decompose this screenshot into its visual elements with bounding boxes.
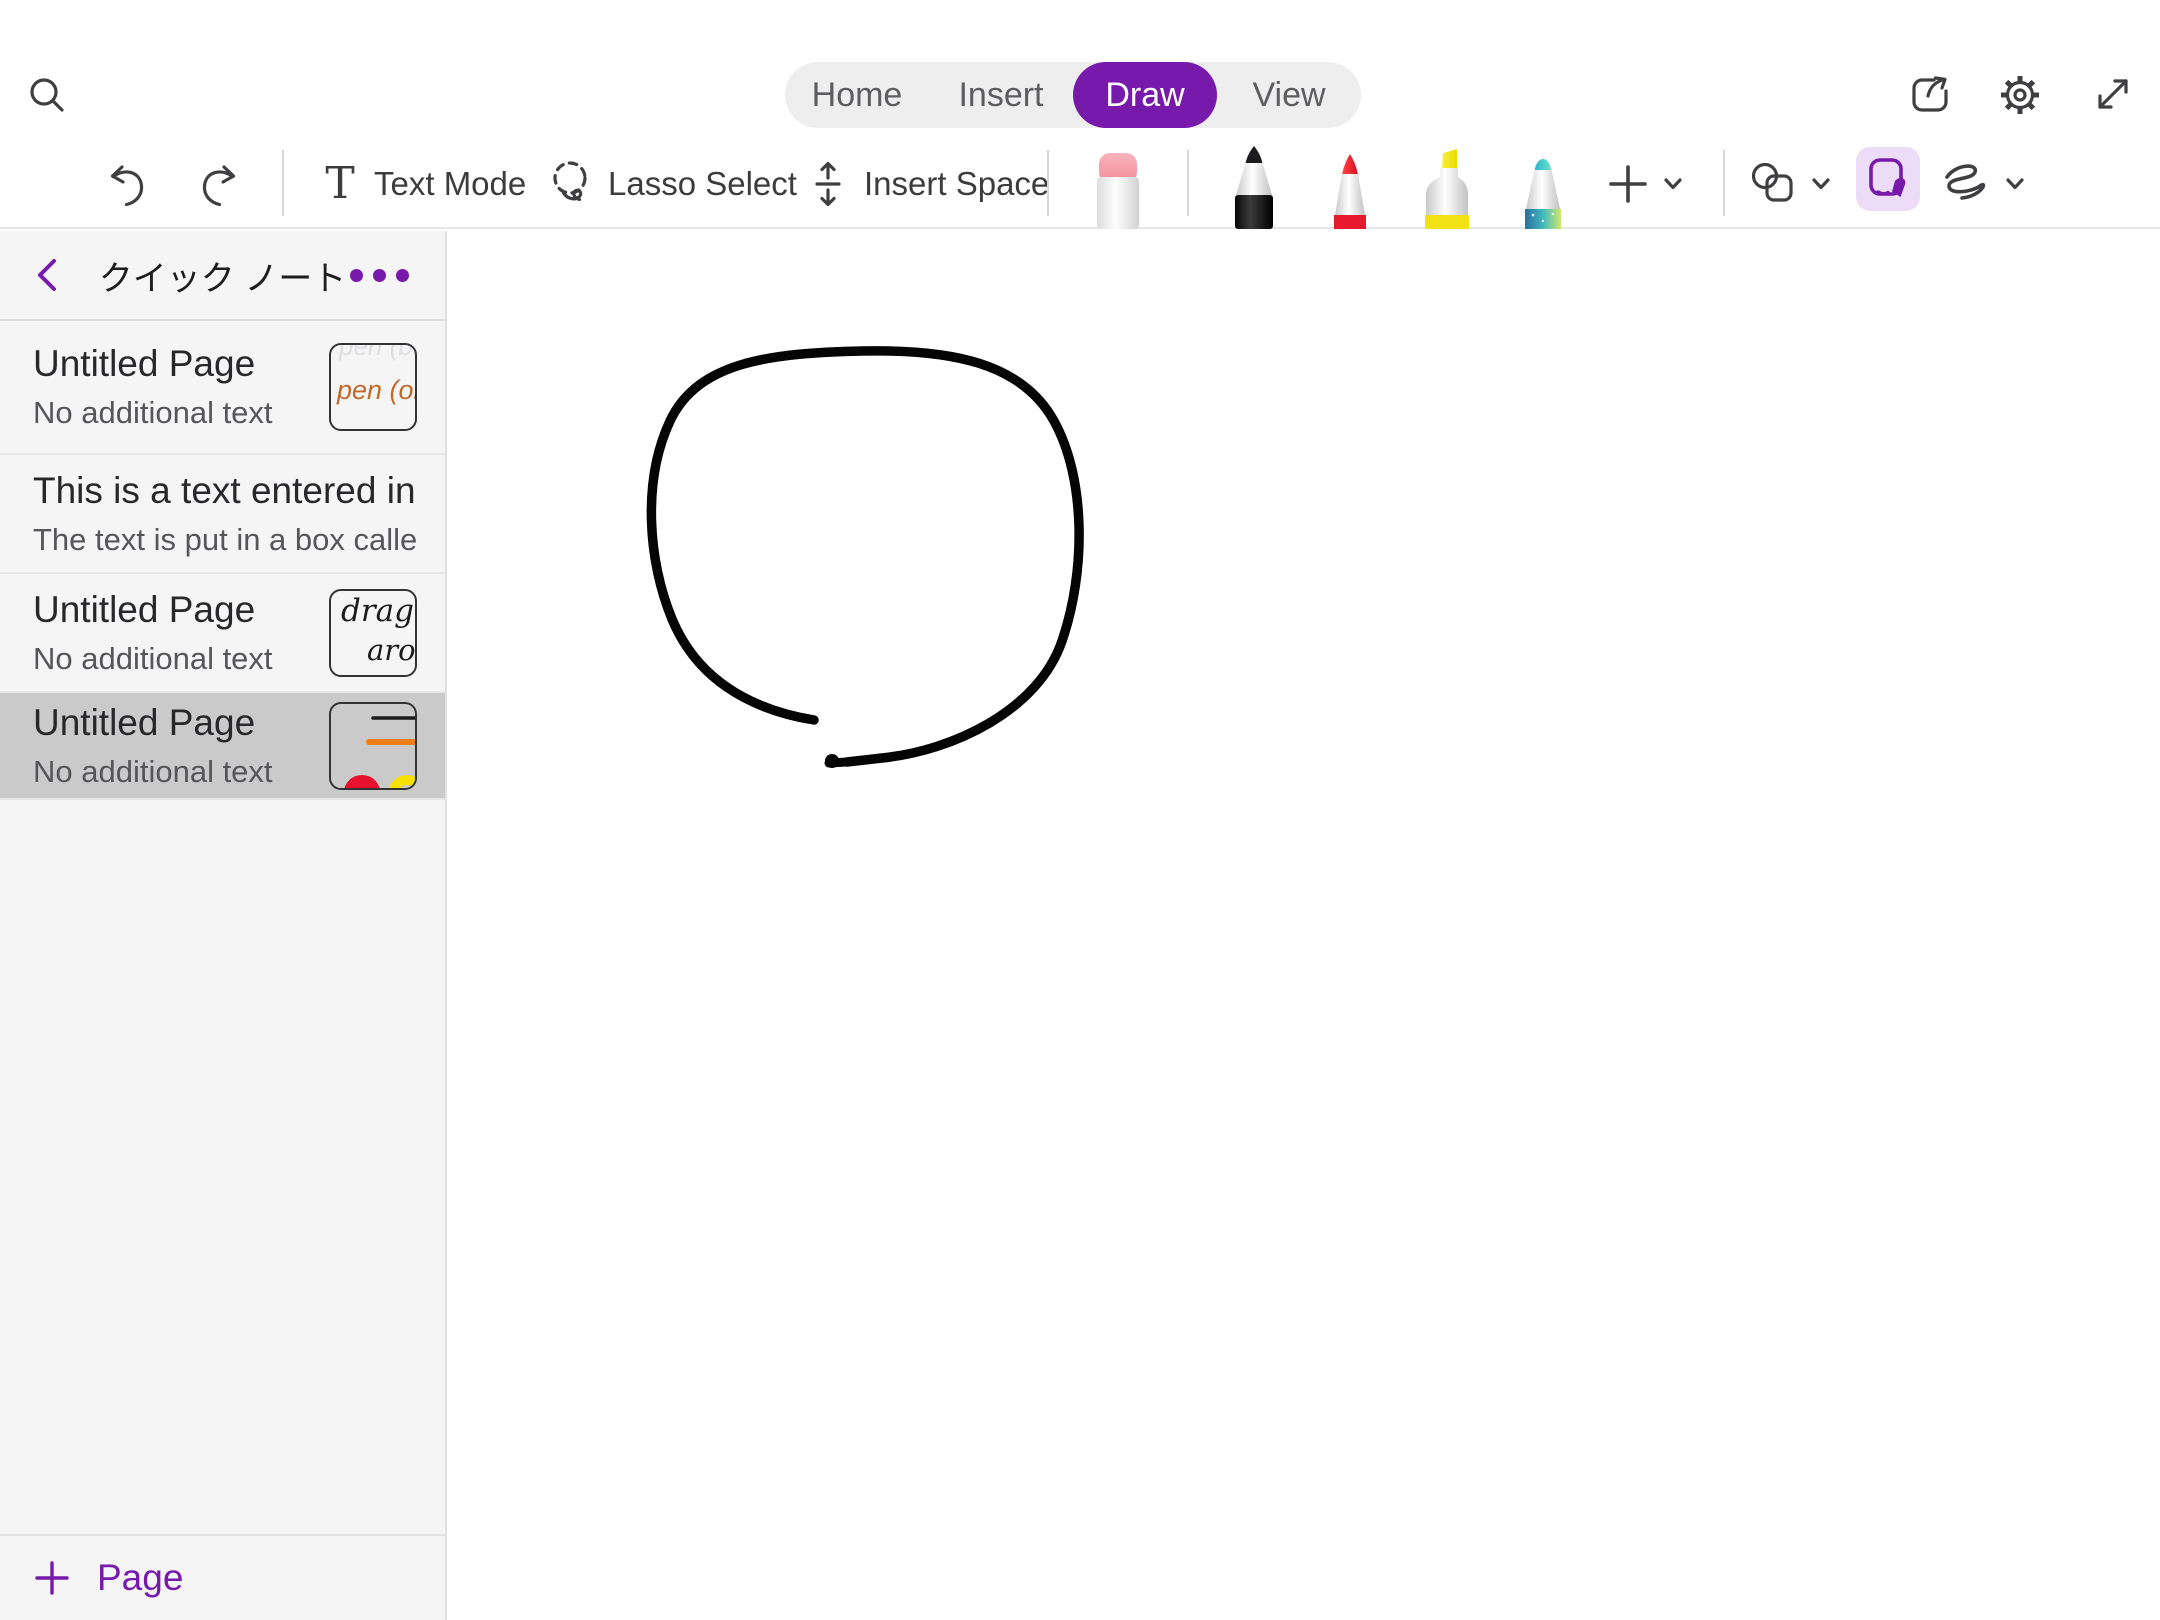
- page-title: Untitled Page: [33, 701, 256, 743]
- add-page-button[interactable]: Page: [0, 1534, 445, 1620]
- header: Home Insert Draw View T Text Mode Lasso …: [0, 0, 2160, 229]
- pen-red-tool[interactable]: [1320, 151, 1380, 229]
- page-list-item-3[interactable]: Untitled Page No additional text drag ar…: [0, 574, 445, 693]
- add-page-label: Page: [97, 1557, 184, 1598]
- shapes-button[interactable]: [1748, 140, 1834, 228]
- undo-button[interactable]: [102, 140, 152, 228]
- add-pen-button[interactable]: [1604, 140, 1686, 228]
- page-list-item-2[interactable]: This is a text entered in... The text is…: [0, 455, 445, 574]
- lasso-label: Lasso Select: [608, 165, 797, 202]
- scribble-button[interactable]: [1938, 140, 2028, 228]
- sidebar-header: クイック ノート: [0, 231, 445, 321]
- page-title: Untitled Page: [33, 588, 256, 630]
- page-list-item-1[interactable]: Untitled Page No additional text pen (bl…: [0, 321, 445, 455]
- share-icon[interactable]: [1906, 71, 1954, 119]
- toolbar-divider: [1047, 150, 1049, 216]
- chevron-down-icon: [1812, 178, 1830, 190]
- thumbnail-text: pen (ora: [337, 375, 415, 405]
- drawing-canvas[interactable]: [449, 231, 2160, 1620]
- page-subtitle: No additional text: [33, 395, 273, 430]
- page-title: This is a text entered in...: [33, 469, 417, 511]
- insert-space-button[interactable]: Insert Space: [806, 140, 1049, 228]
- page-subtitle: No additional text: [33, 640, 273, 676]
- thumbnail-text: drag: [341, 592, 414, 629]
- thumbnail-text: pen (bl: [339, 343, 417, 361]
- page-thumbnail: [329, 701, 417, 790]
- text-mode-label: Text Mode: [374, 165, 527, 202]
- fullscreen-expand-icon[interactable]: [2090, 71, 2136, 117]
- page-subtitle: No additional text: [33, 753, 273, 789]
- lasso-icon: [553, 161, 587, 202]
- pen-teal-tool[interactable]: [1513, 153, 1573, 229]
- ink-stroke-circle: [646, 346, 1084, 768]
- scribble-icon: [1945, 164, 1986, 200]
- redo-button[interactable]: [194, 140, 244, 228]
- thumbnail-text: arou: [367, 632, 416, 667]
- plus-icon: [35, 1561, 69, 1595]
- text-mode-icon: T: [325, 158, 354, 209]
- shapes-icon: [1751, 162, 1793, 202]
- settings-gear-icon[interactable]: [1996, 71, 2044, 119]
- search-icon[interactable]: [25, 73, 69, 117]
- insert-space-label: Insert Space: [864, 165, 1050, 202]
- lasso-select-button[interactable]: Lasso Select: [546, 140, 797, 228]
- tab-view[interactable]: View: [1217, 62, 1361, 128]
- page-thumbnail: pen (bl pen (ora: [329, 343, 417, 431]
- chevron-down-icon: [1664, 178, 1682, 190]
- ink-note-tool-active[interactable]: [1856, 147, 1920, 211]
- eraser-tool[interactable]: [1090, 151, 1146, 229]
- highlighter-yellow-tool[interactable]: [1415, 147, 1479, 229]
- page-title: Untitled Page: [33, 343, 256, 384]
- plus-icon: [1609, 165, 1647, 203]
- page-thumbnail: drag arou: [329, 588, 417, 677]
- tab-insert[interactable]: Insert: [929, 62, 1073, 128]
- text-mode-button[interactable]: T Text Mode: [320, 140, 526, 228]
- tab-draw[interactable]: Draw: [1073, 62, 1217, 128]
- toolbar-divider: [282, 150, 284, 216]
- ink-note-icon: [1869, 158, 1906, 197]
- page-list-sidebar: クイック ノート Untitled Page No additional tex…: [0, 231, 447, 1620]
- onenote-app: Home Insert Draw View T Text Mode Lasso …: [0, 0, 2160, 1620]
- chevron-down-icon: [2006, 178, 2024, 190]
- page-list-item-4-selected[interactable]: Untitled Page No additional text: [0, 693, 445, 800]
- draw-toolbar: T Text Mode Lasso Select Insert Space: [0, 140, 2160, 229]
- pen-black-tool[interactable]: [1222, 145, 1286, 229]
- insert-space-icon: [815, 161, 841, 207]
- ribbon-tabbar: Home Insert Draw View: [785, 62, 1361, 128]
- tab-home[interactable]: Home: [785, 62, 929, 128]
- more-options-icon[interactable]: [350, 268, 409, 282]
- page-subtitle: The text is put in a box called...: [33, 521, 417, 557]
- svg-text:T: T: [325, 158, 354, 209]
- toolbar-divider: [1723, 150, 1725, 216]
- toolbar-divider: [1187, 150, 1189, 216]
